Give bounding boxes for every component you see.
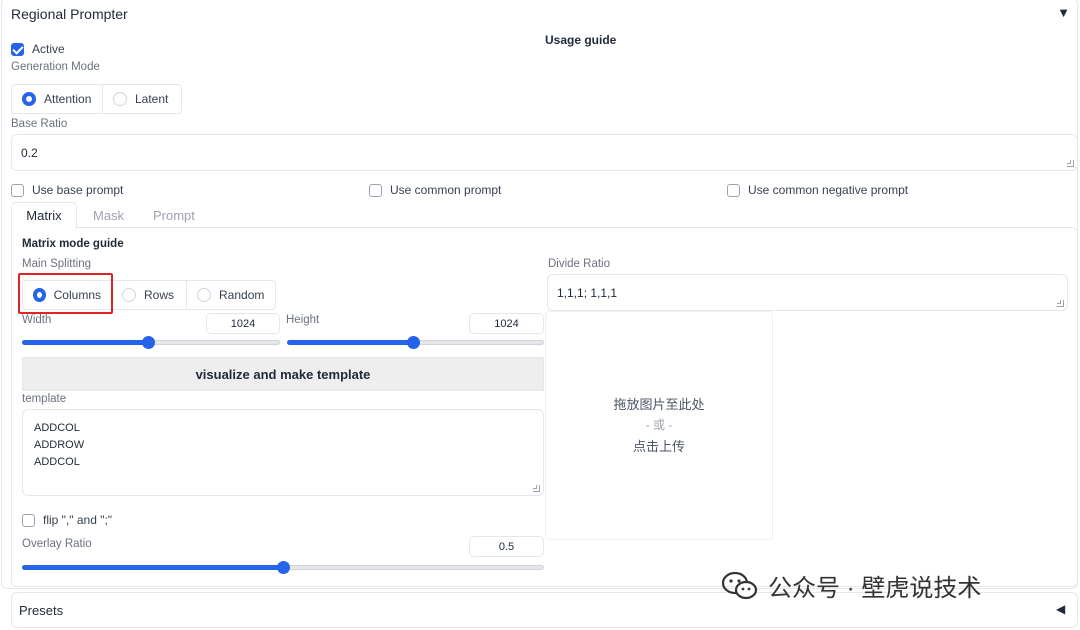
- template-line: ADDCOL: [34, 456, 80, 468]
- base-ratio-label: Base Ratio: [11, 118, 68, 130]
- use-base-prompt-row[interactable]: Use base prompt: [11, 183, 123, 197]
- use-base-prompt-label: Use base prompt: [32, 183, 124, 197]
- use-common-negative-prompt-row[interactable]: Use common negative prompt: [727, 183, 908, 197]
- upload-or-text: - 或 -: [645, 418, 673, 432]
- divide-ratio-label: Divide Ratio: [548, 258, 610, 270]
- use-common-negative-prompt-label: Use common negative prompt: [748, 183, 909, 197]
- radio-rows-indicator[interactable]: [122, 288, 136, 302]
- use-common-prompt-row[interactable]: Use common prompt: [369, 183, 501, 197]
- overlay-ratio-slider-fill: [22, 565, 283, 570]
- active-checkbox[interactable]: [11, 42, 24, 56]
- radio-attention-indicator[interactable]: [22, 92, 36, 106]
- active-label: Active: [32, 42, 65, 56]
- panel-title[interactable]: Regional Prompter: [11, 6, 128, 22]
- overlay-ratio-label: Overlay Ratio: [22, 538, 92, 550]
- radio-random-label: Random: [219, 288, 265, 302]
- overlay-ratio-input[interactable]: 0.5: [469, 536, 544, 557]
- radio-latent[interactable]: Latent: [103, 84, 182, 114]
- radio-attention-label: Attention: [44, 92, 92, 106]
- height-slider[interactable]: [287, 336, 544, 349]
- use-common-prompt-checkbox[interactable]: [369, 183, 382, 197]
- resize-grip-icon[interactable]: [1067, 160, 1074, 167]
- watermark-text: 公众号 · 壁虎说技术: [768, 575, 982, 602]
- active-checkbox-row[interactable]: Active: [11, 42, 65, 56]
- template-line: ADDROW: [34, 439, 85, 451]
- height-slider-fill: [287, 340, 413, 345]
- usage-guide-heading: Usage guide: [545, 33, 617, 47]
- tab-matrix[interactable]: Matrix: [11, 202, 77, 229]
- tab-prompt[interactable]: Prompt: [153, 208, 195, 223]
- height-slider-thumb[interactable]: [407, 336, 420, 349]
- height-label: Height: [286, 314, 320, 326]
- width-label: Width: [22, 314, 52, 326]
- base-ratio-value: 0.2: [21, 145, 38, 160]
- base-ratio-input[interactable]: 0.2: [11, 134, 1078, 171]
- divide-ratio-input[interactable]: 1,1,1; 1,1,1: [547, 274, 1068, 311]
- divide-ratio-value: 1,1,1; 1,1,1: [557, 285, 618, 300]
- overlay-ratio-slider-thumb[interactable]: [277, 561, 290, 574]
- use-common-prompt-label: Use common prompt: [390, 183, 502, 197]
- overlay-ratio-slider-track[interactable]: [22, 561, 544, 574]
- collapse-icon[interactable]: ▼: [1057, 5, 1070, 20]
- image-upload-dropzone[interactable]: 拖放图片至此处 - 或 - 点击上传: [545, 311, 773, 540]
- radio-random-indicator[interactable]: [197, 288, 211, 302]
- width-slider-track[interactable]: [22, 336, 280, 349]
- columns-highlight-box: [18, 273, 113, 314]
- radio-attention[interactable]: Attention: [11, 84, 103, 114]
- radio-latent-label: Latent: [135, 92, 169, 106]
- generation-mode-label: Generation Mode: [11, 61, 100, 73]
- width-slider-fill: [22, 340, 148, 345]
- presets-collapse-icon[interactable]: ◀: [1056, 602, 1065, 616]
- template-line: ADDCOL: [34, 422, 80, 434]
- matrix-guide-title: Matrix mode guide: [22, 238, 124, 250]
- upload-click-text: 点击上传: [632, 439, 685, 454]
- radio-rows[interactable]: Rows: [112, 280, 187, 310]
- overlay-ratio-slider[interactable]: [22, 561, 544, 574]
- height-input[interactable]: 1024: [469, 313, 544, 334]
- flip-row[interactable]: flip "," and ";": [22, 513, 112, 527]
- template-textarea[interactable]: ADDCOL ADDROW ADDCOL: [22, 409, 544, 496]
- flip-label: flip "," and ";": [43, 513, 113, 527]
- width-slider-thumb[interactable]: [142, 336, 155, 349]
- presets-label[interactable]: Presets: [19, 603, 63, 618]
- main-splitting-label: Main Splitting: [22, 258, 92, 270]
- tab-mask[interactable]: Mask: [93, 208, 124, 223]
- radio-latent-indicator[interactable]: [113, 92, 127, 106]
- width-slider[interactable]: [22, 336, 280, 349]
- radio-rows-label: Rows: [144, 288, 175, 302]
- upload-drop-text: 拖放图片至此处: [613, 397, 705, 412]
- visualize-button[interactable]: visualize and make template: [22, 357, 544, 391]
- radio-random[interactable]: Random: [187, 280, 276, 310]
- height-slider-track[interactable]: [287, 336, 544, 349]
- use-common-negative-prompt-checkbox[interactable]: [727, 183, 740, 197]
- wechat-icon: [721, 571, 758, 601]
- template-label: template: [22, 393, 67, 405]
- use-base-prompt-checkbox[interactable]: [11, 183, 24, 197]
- resize-grip-icon[interactable]: [1057, 300, 1064, 307]
- watermark: 公众号 · 壁虎说技术: [721, 568, 982, 603]
- flip-checkbox[interactable]: [22, 513, 35, 527]
- tab-matrix-label: Matrix: [26, 208, 62, 223]
- width-input[interactable]: 1024: [206, 313, 280, 334]
- resize-grip-icon[interactable]: [533, 485, 540, 492]
- generation-mode-radio-group: Attention Latent: [11, 84, 182, 114]
